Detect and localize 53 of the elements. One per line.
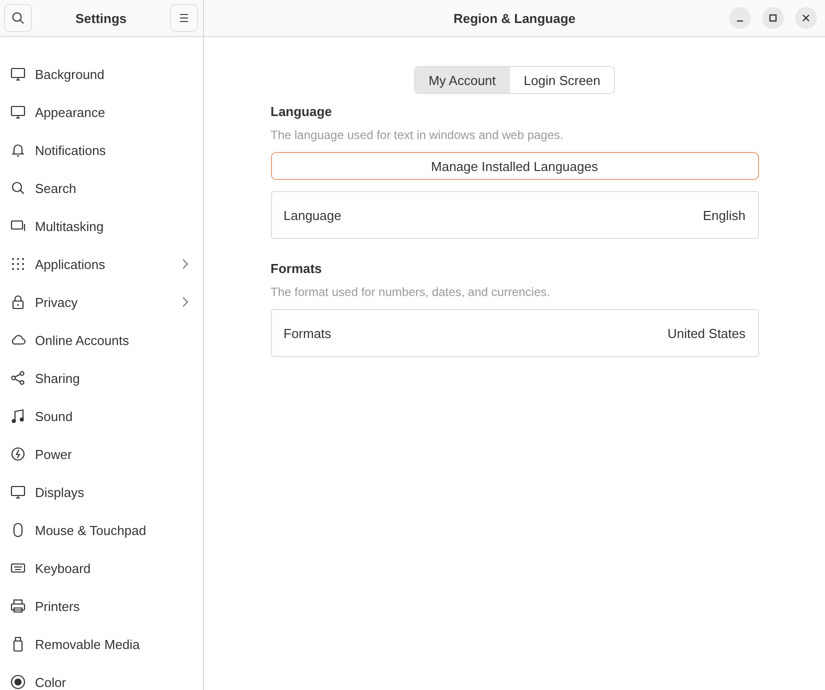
sidebar-item[interactable]: Search xyxy=(0,169,203,207)
sidebar-item[interactable]: Online Accounts xyxy=(0,321,203,359)
settings-row[interactable]: Formats United States xyxy=(270,309,758,357)
sidebar-item[interactable]: Power xyxy=(0,435,203,473)
sidebar-item[interactable]: Sound xyxy=(0,397,203,435)
power-icon xyxy=(10,446,26,462)
menu-button[interactable] xyxy=(170,4,198,32)
monitor-icon xyxy=(10,104,26,120)
row-value: United States xyxy=(667,326,746,340)
monitor-icon xyxy=(10,66,26,82)
sidebar-item[interactable]: Multitasking xyxy=(0,207,203,245)
sidebar-item[interactable]: Privacy xyxy=(0,283,203,321)
row-value: English xyxy=(702,208,746,222)
section-description: The format used for numbers, dates, and currencies. xyxy=(270,285,551,299)
share-icon xyxy=(10,370,26,386)
sidebar-item[interactable]: Appearance xyxy=(0,93,203,131)
manage-languages-button[interactable]: Manage Installed Languages xyxy=(270,152,758,180)
section-description: The language used for text in windows and web pages. xyxy=(270,128,564,142)
sidebar-item[interactable]: Keyboard xyxy=(0,549,203,587)
maximize-icon xyxy=(768,13,778,23)
sidebar-item[interactable]: Mouse & Touchpad xyxy=(0,511,203,549)
search-icon xyxy=(11,11,25,25)
close-button[interactable] xyxy=(795,7,817,29)
lock-icon xyxy=(10,294,26,310)
window-title: Region & Language xyxy=(453,10,576,26)
tab[interactable]: My Account xyxy=(414,67,510,93)
music-note-icon xyxy=(10,408,26,424)
sidebar-item[interactable]: Sharing xyxy=(0,359,203,397)
sidebar-title: Settings xyxy=(75,10,127,26)
maximize-button[interactable] xyxy=(762,7,784,29)
menu-icon xyxy=(178,13,190,23)
close-icon xyxy=(801,13,811,23)
grid-icon xyxy=(10,256,26,272)
settings-row[interactable]: Language English xyxy=(270,191,758,239)
color-icon xyxy=(10,674,26,690)
search-icon xyxy=(10,180,26,196)
monitor-icon xyxy=(10,484,26,500)
window-icon xyxy=(10,218,26,234)
minimize-icon xyxy=(736,20,744,22)
row-label: Formats xyxy=(284,326,332,340)
sidebar-item[interactable]: Color xyxy=(0,663,203,690)
sidebar-item[interactable]: Notifications xyxy=(0,131,203,169)
section-heading: Language xyxy=(270,104,333,119)
sidebar-item[interactable]: Background xyxy=(0,55,203,93)
sidebar-item[interactable]: Removable Media xyxy=(0,625,203,663)
sidebar-item[interactable]: Printers xyxy=(0,587,203,625)
sidebar-item[interactable]: Applications xyxy=(0,245,203,283)
row-label: Language xyxy=(284,208,342,222)
bell-icon xyxy=(10,142,26,158)
printer-icon xyxy=(10,598,26,614)
search-button[interactable] xyxy=(4,4,32,32)
sidebar-item[interactable]: Displays xyxy=(0,473,203,511)
section-heading: Formats xyxy=(270,261,323,276)
